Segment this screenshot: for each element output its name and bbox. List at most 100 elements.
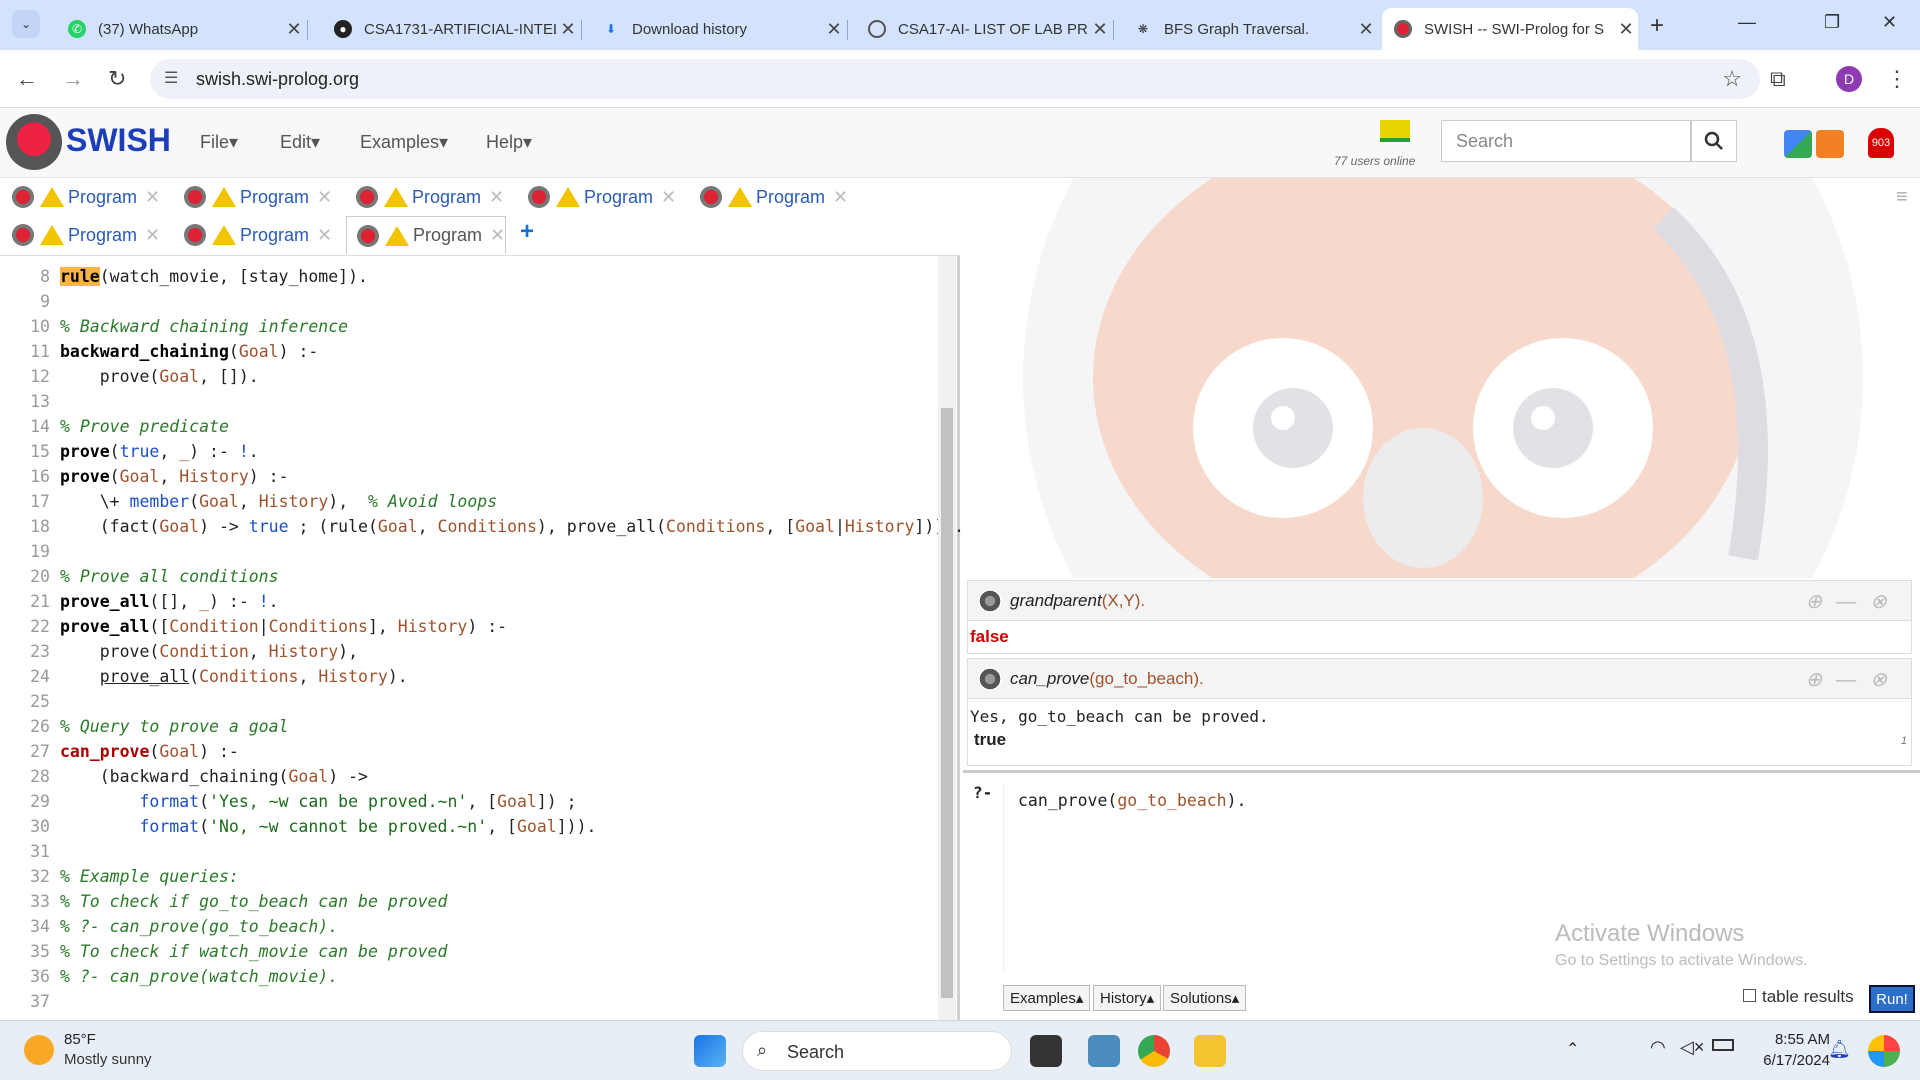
minimize-button[interactable]: —: [1738, 12, 1756, 33]
restore-button[interactable]: ❐: [1824, 12, 1840, 33]
search-button[interactable]: [1691, 120, 1737, 162]
extensions-icon[interactable]: ⧉: [1770, 66, 1786, 92]
code-text[interactable]: backward_chaining(Goal) :-: [60, 339, 318, 364]
browser-tab-swish[interactable]: SWISH -- SWI-Prolog for S ✕: [1382, 8, 1638, 50]
browser-tab-whatsapp[interactable]: ✆ (37) WhatsApp ✕: [56, 8, 308, 50]
menu-edit[interactable]: Edit▾: [280, 132, 320, 153]
back-icon[interactable]: ←: [16, 66, 38, 92]
clock-date[interactable]: 6/17/2024: [1750, 1052, 1830, 1069]
menu-file[interactable]: File▾: [200, 132, 238, 153]
close-tab-icon[interactable]: ✕: [1614, 19, 1638, 40]
query-header[interactable]: can_prove (go_to_beach). ⊕—⊗: [968, 659, 1911, 699]
weather-desc[interactable]: Mostly sunny: [64, 1051, 152, 1068]
close-tab-icon[interactable]: ✕: [822, 19, 846, 40]
close-tab-icon[interactable]: ✕: [1354, 19, 1378, 40]
weather-sun-icon[interactable]: [24, 1035, 54, 1065]
users-online-icon[interactable]: [1380, 120, 1410, 142]
code-text[interactable]: % ?- can_prove(watch_movie).: [60, 964, 338, 989]
weather-temp[interactable]: 85°F: [64, 1031, 96, 1048]
code-text[interactable]: prove(Condition, History),: [60, 639, 358, 664]
taskbar-search[interactable]: ⌕ Search: [742, 1031, 1012, 1071]
menu-help[interactable]: Help▾: [486, 132, 532, 153]
answer-actions[interactable]: ⊕—⊗: [1805, 589, 1901, 614]
code-text[interactable]: % To check if go_to_beach can be proved: [60, 889, 447, 914]
code-text[interactable]: % ?- can_prove(go_to_beach).: [60, 914, 338, 939]
program-tab[interactable]: Program ✕: [690, 180, 848, 214]
forward-icon[interactable]: →: [62, 66, 84, 92]
browser-tab-github[interactable]: ● CSA1731-ARTIFICIAL-INTEL ✕: [322, 8, 582, 50]
code-text[interactable]: % To check if watch_movie can be proved: [60, 939, 447, 964]
code-text[interactable]: format('No, ~w cannot be proved.~n', [Go…: [60, 814, 596, 839]
code-text[interactable]: can_prove(Goal) :-: [60, 739, 239, 764]
browser-tab-bfs[interactable]: ❋ BFS Graph Traversal. ✕: [1122, 8, 1378, 50]
code-text[interactable]: prove_all([Condition|Conditions], Histor…: [60, 614, 507, 639]
battery-icon[interactable]: [1712, 1039, 1734, 1051]
tab-search-button[interactable]: ⌄: [12, 10, 40, 38]
code-editor[interactable]: 8 rule(watch_movie, [stay_home]). 9 10 % Bac…: [0, 256, 964, 1020]
notification-bell-icon[interactable]: 903: [1868, 128, 1894, 158]
examples-button[interactable]: Examples▴: [1003, 985, 1091, 1011]
program-tab[interactable]: Program ✕: [2, 180, 160, 214]
editor-scroll-thumb[interactable]: [941, 408, 953, 998]
code-text[interactable]: prove(Goal, History) :-: [60, 464, 289, 489]
program-tab-active[interactable]: Program ✕: [346, 216, 507, 254]
program-tab[interactable]: Program ✕: [2, 218, 160, 252]
code-text[interactable]: % Backward chaining inference: [60, 314, 348, 339]
more-menu-icon[interactable]: ⋮: [1886, 66, 1908, 92]
code-text[interactable]: % Query to prove a goal: [60, 714, 288, 739]
answer-actions[interactable]: ⊕—⊗: [1805, 667, 1901, 692]
bookmark-star-icon[interactable]: ☆: [1722, 66, 1742, 92]
start-windows-icon[interactable]: [694, 1035, 726, 1067]
code-text[interactable]: % Example queries:: [60, 864, 239, 889]
clock-time[interactable]: 8:55 AM: [1750, 1031, 1830, 1048]
reload-icon[interactable]: ↻: [108, 66, 126, 92]
code-text[interactable]: prove_all([], _) :- !.: [60, 589, 279, 614]
add-tab-icon[interactable]: +: [520, 218, 534, 246]
menu-examples[interactable]: Examples▾: [360, 132, 448, 153]
browser-tab-downloads[interactable]: ⬇ Download history ✕: [590, 8, 848, 50]
close-window-button[interactable]: ✕: [1882, 12, 1897, 33]
program-tab[interactable]: Program ✕: [346, 180, 504, 214]
file-explorer-icon[interactable]: [1194, 1035, 1226, 1067]
swish-logo-icon[interactable]: [6, 114, 62, 170]
code-text[interactable]: prove(Goal, []).: [60, 364, 259, 389]
code-text[interactable]: prove(true, _) :- !.: [60, 439, 259, 464]
program-tab[interactable]: Program ✕: [174, 218, 332, 252]
python-icon[interactable]: [1088, 1035, 1120, 1067]
code-text[interactable]: (fact(Goal) -> true ; (rule(Goal, Condit…: [60, 514, 964, 539]
code-text[interactable]: prove_all(Conditions, History).: [60, 664, 408, 689]
volume-muted-icon[interactable]: ◁×: [1680, 1037, 1704, 1058]
stackoverflow-icon[interactable]: [1816, 130, 1844, 158]
swish-brand[interactable]: SWISH: [66, 122, 171, 159]
close-tab-icon[interactable]: ✕: [556, 19, 580, 40]
history-button[interactable]: History▴: [1093, 985, 1162, 1011]
solutions-button[interactable]: Solutions▴: [1163, 985, 1247, 1011]
new-tab-button[interactable]: +: [1650, 12, 1664, 40]
program-tab[interactable]: Program ✕: [174, 180, 332, 214]
close-tab-icon[interactable]: ✕: [282, 19, 306, 40]
swish-search-input[interactable]: Search: [1441, 120, 1691, 162]
copilot-icon[interactable]: [1868, 1035, 1900, 1067]
hamburger-menu-icon[interactable]: ≡: [1896, 186, 1908, 209]
code-text[interactable]: % Prove predicate: [60, 414, 229, 439]
code-text[interactable]: format('Yes, ~w can be proved.~n', [Goal…: [60, 789, 576, 814]
chrome-icon[interactable]: [1138, 1035, 1170, 1067]
address-bar[interactable]: ☰ swish.swi-prolog.org ☆: [150, 59, 1760, 99]
table-results-toggle[interactable]: table results: [1743, 987, 1854, 1007]
query-header[interactable]: grandparent (X,Y). ⊕—⊗: [968, 581, 1911, 621]
wifi-icon[interactable]: ◠: [1650, 1037, 1666, 1058]
google-login-icon[interactable]: [1784, 130, 1812, 158]
code-text[interactable]: (backward_chaining(Goal) ->: [60, 764, 368, 789]
program-tab[interactable]: Program ✕: [518, 180, 676, 214]
site-info-icon[interactable]: ☰: [164, 68, 178, 88]
show-hidden-icons[interactable]: ⌃: [1566, 1039, 1579, 1059]
code-text[interactable]: % Prove all conditions: [60, 564, 279, 589]
run-button[interactable]: Run!: [1869, 985, 1915, 1013]
browser-tab-lab-list[interactable]: CSA17-AI- LIST OF LAB PR ✕: [856, 8, 1114, 50]
query-editor[interactable]: can_prove(go_to_beach).: [1003, 783, 1913, 973]
task-view-icon[interactable]: [1030, 1035, 1062, 1067]
profile-avatar[interactable]: D: [1836, 66, 1862, 92]
code-text[interactable]: rule(watch_movie, [stay_home]).: [60, 264, 368, 289]
close-tab-icon[interactable]: ✕: [1088, 19, 1112, 40]
notification-icon[interactable]: 🔔︎: [1828, 1039, 1851, 1060]
